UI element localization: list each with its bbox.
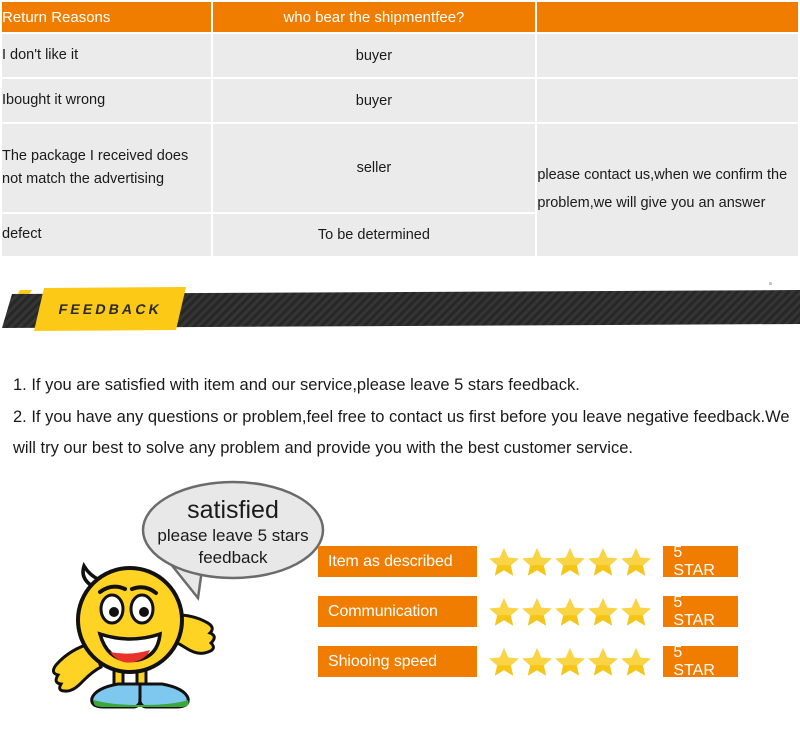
- cell-reason: defect: [2, 214, 211, 256]
- cell-note: [537, 79, 798, 122]
- table-row: Ibought it wrong buyer: [2, 79, 798, 122]
- star-icon[interactable]: [554, 596, 586, 627]
- star-icon[interactable]: [554, 646, 586, 677]
- star-icon[interactable]: [620, 646, 652, 677]
- rating-label: Item as described: [318, 546, 478, 577]
- artifact-dot: [769, 282, 772, 285]
- rating-row-communication: Communication 5 STAR: [318, 594, 738, 629]
- table-row: The package I received does not match th…: [2, 124, 798, 256]
- table-row: I don't like it buyer: [2, 34, 798, 77]
- feedback-instructions: 1. If you are satisfied with item and ou…: [13, 370, 791, 465]
- left-pupil: [109, 607, 119, 617]
- star-icon[interactable]: [488, 596, 520, 627]
- star-rating-group[interactable]: [488, 596, 653, 627]
- star-icon[interactable]: [521, 596, 553, 627]
- rating-label: Shiooing speed: [318, 646, 478, 677]
- cell-note-merged: please contact us,when we confirm the pr…: [537, 124, 798, 256]
- bubble-title: satisfied: [187, 496, 279, 524]
- star-rating-group[interactable]: [488, 546, 653, 577]
- feedback-banner: FEEDBACK: [0, 272, 800, 344]
- cell-fee: buyer: [212, 79, 536, 122]
- bubble-line-2: feedback: [199, 548, 268, 567]
- banner-label: FEEDBACK: [57, 301, 163, 317]
- rating-badge: 5 STAR: [663, 594, 738, 629]
- cell-fee: buyer: [212, 34, 536, 77]
- rating-row-item-as-described: Item as described 5 STAR: [318, 544, 738, 579]
- header-who-bears-fee: who bear the shipmentfee?: [212, 2, 536, 32]
- star-icon[interactable]: [587, 646, 619, 677]
- right-pupil: [139, 607, 149, 617]
- cell-reason: Ibought it wrong: [2, 79, 211, 122]
- star-icon[interactable]: [620, 596, 652, 627]
- rating-badge: 5 STAR: [663, 544, 738, 579]
- cell-fee: To be determined: [212, 214, 536, 256]
- bubble-line-1: please leave 5 stars: [157, 526, 308, 545]
- header-note: [537, 2, 798, 32]
- star-icon[interactable]: [488, 646, 520, 677]
- cell-reason: I don't like it: [2, 34, 211, 77]
- instruction-line-1: 1. If you are satisfied with item and ou…: [13, 376, 580, 394]
- cell-fee: seller: [212, 124, 536, 212]
- star-icon[interactable]: [620, 546, 652, 577]
- star-icon[interactable]: [587, 596, 619, 627]
- rating-badge: 5 STAR: [663, 644, 738, 679]
- cell-reason: The package I received does not match th…: [2, 124, 211, 212]
- star-icon[interactable]: [521, 546, 553, 577]
- return-policy-table: Return Reasons who bear the shipmentfee?…: [0, 0, 800, 258]
- ratings-list: Item as described 5 STAR Communication 5…: [318, 544, 738, 695]
- star-icon[interactable]: [587, 546, 619, 577]
- star-rating-group[interactable]: [488, 646, 653, 677]
- rating-label: Communication: [318, 596, 478, 627]
- return-table-element: Return Reasons who bear the shipmentfee?…: [0, 0, 800, 258]
- rating-row-shipping-speed: Shiooing speed 5 STAR: [318, 644, 738, 679]
- star-icon[interactable]: [521, 646, 553, 677]
- cell-note: [537, 34, 798, 77]
- instruction-line-2: 2. If you have any questions or problem,…: [13, 407, 790, 458]
- table-header-row: Return Reasons who bear the shipmentfee?: [2, 2, 798, 32]
- header-return-reasons: Return Reasons: [2, 2, 211, 32]
- star-icon[interactable]: [488, 546, 520, 577]
- mascot-illustration: satisfied please leave 5 stars feedback: [30, 468, 330, 718]
- star-icon[interactable]: [554, 546, 586, 577]
